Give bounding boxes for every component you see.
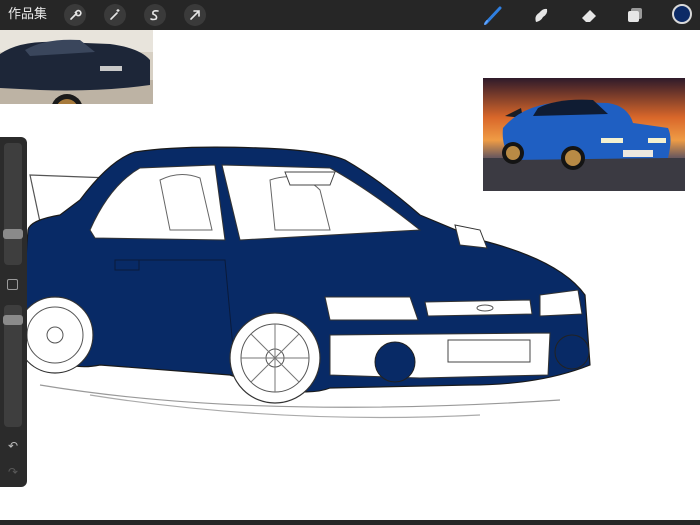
eraser-icon[interactable] — [576, 3, 602, 27]
brush-size-slider[interactable] — [4, 143, 22, 265]
undo-icon[interactable]: ↶ — [6, 439, 20, 453]
transform-arrow-icon[interactable] — [184, 4, 206, 26]
top-toolbar: 作品集 — [0, 0, 700, 30]
car-drawing[interactable] — [0, 130, 600, 430]
bottom-bar — [0, 520, 700, 525]
redo-icon[interactable]: ↷ — [6, 465, 20, 479]
opacity-thumb[interactable] — [3, 315, 23, 325]
adjustments-wand-icon[interactable] — [104, 4, 126, 26]
layers-icon[interactable] — [622, 3, 648, 27]
actions-wrench-icon[interactable] — [64, 4, 86, 26]
front-wheel — [229, 312, 321, 404]
reference-photo-dark-car[interactable] — [0, 30, 153, 104]
gallery-button[interactable]: 作品集 — [8, 7, 47, 23]
modify-button[interactable] — [7, 279, 18, 290]
color-picker-swatch[interactable] — [672, 4, 692, 24]
brush-size-thumb[interactable] — [3, 229, 23, 239]
brush-icon[interactable] — [480, 3, 506, 27]
selection-s-icon[interactable] — [144, 4, 166, 26]
left-sidebar: ↶ ↷ — [0, 137, 27, 487]
smudge-icon[interactable] — [528, 3, 554, 27]
rear-wheel — [16, 296, 94, 374]
